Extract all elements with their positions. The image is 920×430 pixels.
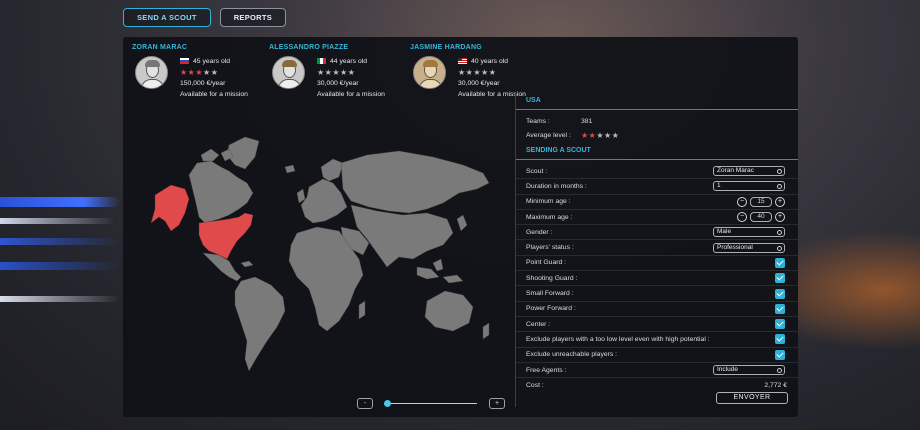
max-age-row: Maximum age : − 40 + (516, 210, 798, 226)
power-forward-checkbox[interactable] (775, 303, 785, 314)
max-age-increase-button[interactable]: + (775, 212, 785, 223)
map-asia (350, 204, 454, 268)
scout-age: 45 years old (193, 58, 231, 65)
zoom-slider[interactable] (383, 400, 477, 407)
country-scout-panel: USA Teams : 381 Average level : ★★★★★ SE… (515, 94, 798, 407)
zoom-in-button[interactable]: + (489, 398, 505, 409)
avatar (135, 56, 168, 89)
country-title: USA (516, 94, 798, 110)
top-tabs: SEND A SCOUT REPORTS (123, 8, 287, 27)
cost-value: 2,772 € (764, 382, 787, 390)
scout-card-alessandro-piazze[interactable]: ALESSANDRO PIAZZE 44 years old ★★★★★ 30,… (269, 44, 409, 100)
italy-flag-icon (317, 57, 326, 64)
min-age-decrease-button[interactable]: − (737, 196, 747, 207)
chevron-down-icon (777, 368, 782, 373)
checkbox-row: Small Forward : (516, 286, 798, 302)
duration-row: Duration in months : 1 (516, 179, 798, 195)
chevron-down-icon (777, 230, 782, 236)
russia-flag-icon (180, 57, 189, 64)
max-age-decrease-button[interactable]: − (737, 212, 747, 223)
exclude-low-level-checkbox[interactable] (775, 334, 785, 345)
avatar (272, 56, 305, 89)
scout-name: ALESSANDRO PIAZZE (269, 44, 349, 51)
point-guard-checkbox[interactable] (775, 257, 785, 268)
map-europe (300, 178, 348, 224)
map-russia (340, 150, 490, 214)
free-agents-select[interactable]: Include (713, 365, 785, 375)
map-mexico (202, 252, 242, 282)
min-age-row: Minimum age : − 15 + (516, 195, 798, 210)
checkbox-row: Point Guard : (516, 256, 798, 272)
map-australia (424, 290, 474, 332)
scout-age: 44 years old (330, 58, 368, 65)
checkbox-row: Center : (516, 317, 798, 333)
scout-rating: ★★★★★ (317, 68, 356, 77)
map-south-america (234, 276, 286, 372)
usa-flag-icon (458, 57, 467, 64)
chevron-down-icon (777, 245, 782, 251)
gender-select[interactable]: Male (713, 227, 785, 238)
scout-salary: 30,000 €/year (458, 80, 500, 87)
exclude-unreachable-checkbox[interactable] (775, 349, 785, 360)
zoom-slider-handle[interactable] (383, 400, 391, 407)
free-agents-row: Free Agents : Include (516, 363, 798, 379)
tab-reports[interactable]: REPORTS (219, 8, 287, 27)
teams-row: Teams : 381 (516, 115, 798, 129)
min-age-stepper: − 15 + (737, 196, 785, 207)
scout-rating: ★★★★★ (180, 68, 219, 77)
players-status-select[interactable]: Professional (713, 242, 785, 253)
scout-rating: ★★★★★ (458, 68, 497, 77)
max-age-value[interactable]: 40 (750, 212, 772, 223)
checkbox-row: Exclude unreachable players : (516, 348, 798, 363)
map-canada (188, 160, 254, 224)
scout-card-jasmine-hardang[interactable]: JASMINE HARDANG 40 years old ★★★★★ 30,00… (410, 44, 550, 100)
scout-status: Available for a mission (180, 91, 248, 98)
send-scout-button[interactable]: ENVOYER (716, 392, 788, 404)
min-age-value[interactable]: 15 (750, 196, 772, 207)
players-status-row: Players' status : Professional (516, 240, 798, 256)
scout-status: Available for a mission (317, 91, 385, 98)
duration-select[interactable]: 1 (713, 181, 785, 192)
map-greenland (226, 136, 260, 170)
chevron-down-icon (777, 184, 782, 190)
checkbox-row: Exclude players with a too low level eve… (516, 332, 798, 348)
min-age-increase-button[interactable]: + (775, 196, 785, 207)
scout-age: 40 years old (471, 58, 509, 65)
chevron-down-icon (777, 169, 782, 175)
average-level-rating: ★★★★★ (581, 131, 620, 140)
shooting-guard-checkbox[interactable] (775, 273, 785, 284)
checkbox-row: Shooting Guard : (516, 271, 798, 287)
world-map[interactable] (137, 127, 507, 382)
scout-card-zoran-marac[interactable]: ZORAN MARAC 45 years old ★★★★★ 150,000 €… (132, 44, 272, 100)
center-checkbox[interactable] (775, 319, 785, 330)
zoom-out-button[interactable]: - (357, 398, 373, 409)
scout-name: ZORAN MARAC (132, 44, 188, 51)
scout-salary: 150,000 €/year (180, 80, 226, 87)
small-forward-checkbox[interactable] (775, 288, 785, 299)
avatar (413, 56, 446, 89)
teams-value: 381 (581, 118, 593, 125)
tab-send-a-scout[interactable]: SEND A SCOUT (123, 8, 211, 27)
scout-salary: 30,000 €/year (317, 80, 359, 87)
scout-select-row: Scout : Zoran Marac (516, 164, 798, 180)
checkbox-row: Power Forward : (516, 302, 798, 317)
scout-select[interactable]: Zoran Marac (713, 166, 785, 177)
zoom-control: - + (357, 398, 505, 409)
scout-name: JASMINE HARDANG (410, 44, 482, 51)
gender-row: Gender : Male (516, 225, 798, 241)
max-age-stepper: − 40 + (737, 212, 785, 223)
map-alaska (150, 184, 190, 232)
scout-panel: ZORAN MARAC 45 years old ★★★★★ 150,000 €… (123, 37, 798, 417)
average-level-row: Average level : ★★★★★ (516, 129, 798, 143)
sending-title: SENDING A SCOUT (516, 144, 798, 160)
